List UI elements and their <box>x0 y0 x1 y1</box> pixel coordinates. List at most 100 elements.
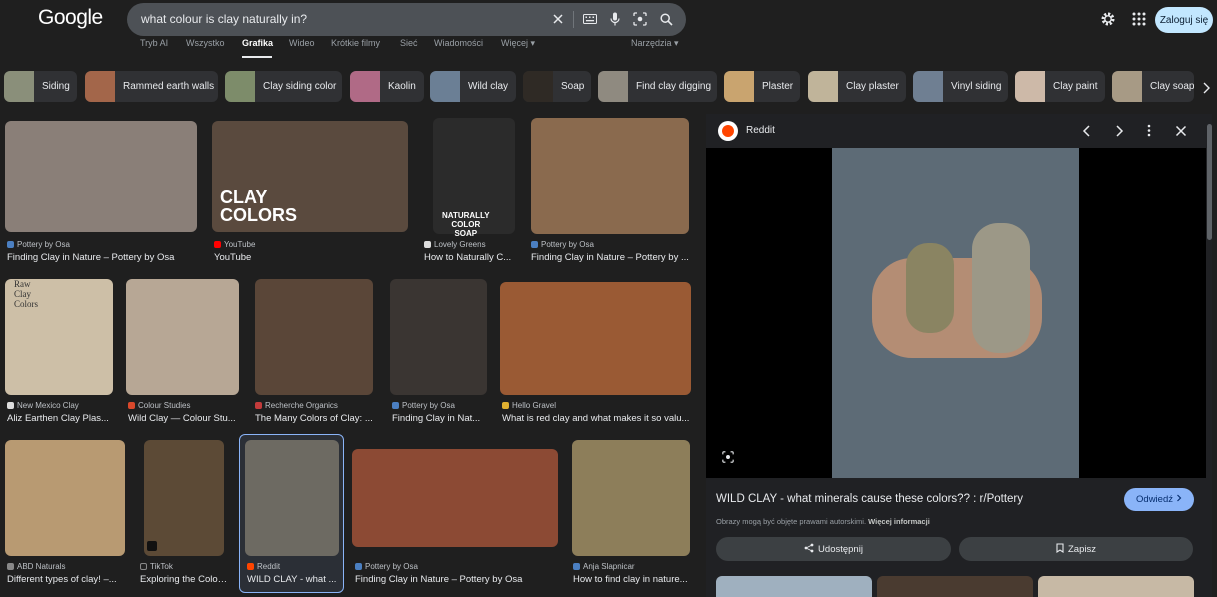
share-button[interactable]: Udostępnij <box>716 537 951 561</box>
chip-rammed-earth-walls[interactable]: Rammed earth walls <box>85 71 218 102</box>
chip-vinyl-siding[interactable]: Vinyl siding <box>913 71 1008 102</box>
chip-label: Find clay digging <box>636 81 712 92</box>
tab-video[interactable]: Wideo <box>289 38 315 48</box>
visit-button[interactable]: Odwiedź <box>1124 488 1194 511</box>
chips-next-arrow-icon[interactable] <box>1202 81 1210 99</box>
tab-images[interactable]: Grafika <box>242 38 273 48</box>
chip-plaster[interactable]: Plaster <box>724 71 800 102</box>
tab-ai-mode[interactable]: Tryb AI <box>140 38 168 48</box>
result-thumbnail[interactable] <box>255 279 373 395</box>
result-thumbnail[interactable] <box>531 118 689 234</box>
result-title[interactable]: YouTube <box>214 252 404 263</box>
microphone-icon[interactable] <box>606 10 624 28</box>
result-thumbnail[interactable] <box>126 279 239 395</box>
visit-label: Odwiedź <box>1136 494 1173 505</box>
apps-grid-icon[interactable] <box>1132 12 1146 31</box>
more-options-icon[interactable] <box>1147 124 1151 142</box>
result-source: ABD Naturals <box>7 562 65 571</box>
result-title[interactable]: Finding Clay in Nature – Pottery by ... <box>531 252 689 263</box>
result-title[interactable]: Aliz Earthen Clay Plas... <box>7 413 115 424</box>
google-logo[interactable]: Google <box>38 6 103 30</box>
result-thumbnail[interactable] <box>5 121 197 232</box>
thumbnail-overlay-text: Raw Clay Colors <box>14 279 39 309</box>
result-title[interactable]: What is red clay and what makes it so va… <box>502 413 690 424</box>
result-thumbnail[interactable] <box>390 279 487 395</box>
result-thumbnail[interactable] <box>5 440 125 556</box>
source-name: Reddit <box>257 562 281 571</box>
lens-icon[interactable] <box>631 10 649 28</box>
close-icon[interactable] <box>1175 124 1187 142</box>
visual-search-lens-icon[interactable] <box>722 450 734 468</box>
favicon-icon <box>424 241 431 248</box>
chip-kaolin[interactable]: Kaolin <box>350 71 424 102</box>
result-title[interactable]: The Many Colors of Clay: ... <box>255 413 373 424</box>
favicon-icon <box>355 563 362 570</box>
login-button[interactable]: Zaloguj się <box>1155 7 1213 33</box>
panel-source[interactable]: Reddit <box>746 125 775 136</box>
chip-thumbnail <box>1112 71 1142 102</box>
chip-label: Clay paint <box>1053 81 1098 92</box>
panel-header: Reddit <box>706 114 1206 148</box>
search-icon[interactable] <box>657 10 675 28</box>
chip-thumbnail <box>430 71 460 102</box>
result-title[interactable]: Different types of clay! –... <box>7 574 125 585</box>
result-thumbnail[interactable] <box>245 440 339 556</box>
share-label: Udostępnij <box>818 543 863 555</box>
favicon-icon <box>255 402 262 409</box>
chip-thumbnail <box>523 71 553 102</box>
chip-thumbnail <box>85 71 115 102</box>
source-name: Pottery by Osa <box>541 240 594 249</box>
search-box[interactable]: what colour is clay naturally in? <box>127 3 686 36</box>
tab-all[interactable]: Wszystko <box>186 38 225 48</box>
chip-clay-soap[interactable]: Clay soap <box>1112 71 1194 102</box>
chip-clay-paint[interactable]: Clay paint <box>1015 71 1105 102</box>
favicon-icon <box>7 241 14 248</box>
preview-image[interactable] <box>832 148 1079 478</box>
search-input[interactable]: what colour is clay naturally in? <box>141 12 307 26</box>
save-button[interactable]: Zapisz <box>959 537 1193 561</box>
result-title[interactable]: Finding Clay in Nature – Pottery by Osa <box>7 252 197 263</box>
result-title[interactable]: Finding Clay in Nature – Pottery by Osa <box>355 574 560 585</box>
tab-more[interactable]: Więcej ▾ <box>501 38 535 49</box>
chip-label: Vinyl siding <box>951 81 1002 92</box>
chip-find-clay-digging[interactable]: Find clay digging <box>598 71 717 102</box>
result-title[interactable]: Exploring the Color... <box>140 574 228 585</box>
clear-icon[interactable] <box>549 10 567 28</box>
tab-news[interactable]: Wiadomości <box>434 38 483 48</box>
tools-button[interactable]: Narzędzia ▾ <box>631 38 679 49</box>
reddit-favicon-icon <box>247 563 254 570</box>
result-title[interactable]: How to Naturally C... <box>424 252 516 263</box>
result-title[interactable]: WILD CLAY - what ... <box>247 574 339 585</box>
result-source: TikTok <box>140 562 173 571</box>
result-thumbnail[interactable] <box>352 449 558 547</box>
chip-label: Clay soap <box>1150 81 1194 92</box>
panel-scrollbar[interactable] <box>1207 124 1212 240</box>
tab-short-videos[interactable]: Krótkie filmy <box>331 38 380 48</box>
chip-soap[interactable]: Soap <box>523 71 591 102</box>
result-thumbnail[interactable] <box>572 440 690 556</box>
share-icon <box>804 543 814 556</box>
next-arrow-icon[interactable] <box>1114 124 1124 142</box>
settings-gear-icon[interactable] <box>1100 11 1116 32</box>
chip-thumbnail <box>4 71 34 102</box>
related-image-thumbnail[interactable] <box>877 576 1033 597</box>
result-thumbnail[interactable] <box>500 282 691 395</box>
result-thumbnail[interactable] <box>144 440 224 556</box>
more-info-link[interactable]: Więcej informacji <box>868 517 930 526</box>
source-name: Anja Slapnicar <box>583 562 635 571</box>
chip-wild-clay[interactable]: Wild clay <box>430 71 516 102</box>
chip-siding[interactable]: Siding <box>4 71 77 102</box>
tab-web[interactable]: Sieć <box>400 38 418 48</box>
related-image-thumbnail[interactable] <box>716 576 872 597</box>
result-title[interactable]: Wild Clay — Colour Stu... <box>128 413 238 424</box>
chip-clay-plaster[interactable]: Clay plaster <box>808 71 906 102</box>
source-name: Recherche Organics <box>265 401 338 410</box>
chip-clay-siding-color[interactable]: Clay siding color <box>225 71 342 102</box>
related-image-thumbnail[interactable] <box>1038 576 1194 597</box>
result-title[interactable]: How to find clay in nature... <box>573 574 691 585</box>
panel-title[interactable]: WILD CLAY - what minerals cause these co… <box>716 493 1023 505</box>
keyboard-icon[interactable] <box>581 10 599 28</box>
previous-arrow-icon[interactable] <box>1082 124 1092 142</box>
result-source: Pottery by Osa <box>7 240 70 249</box>
result-title[interactable]: Finding Clay in Nat... <box>392 413 487 424</box>
